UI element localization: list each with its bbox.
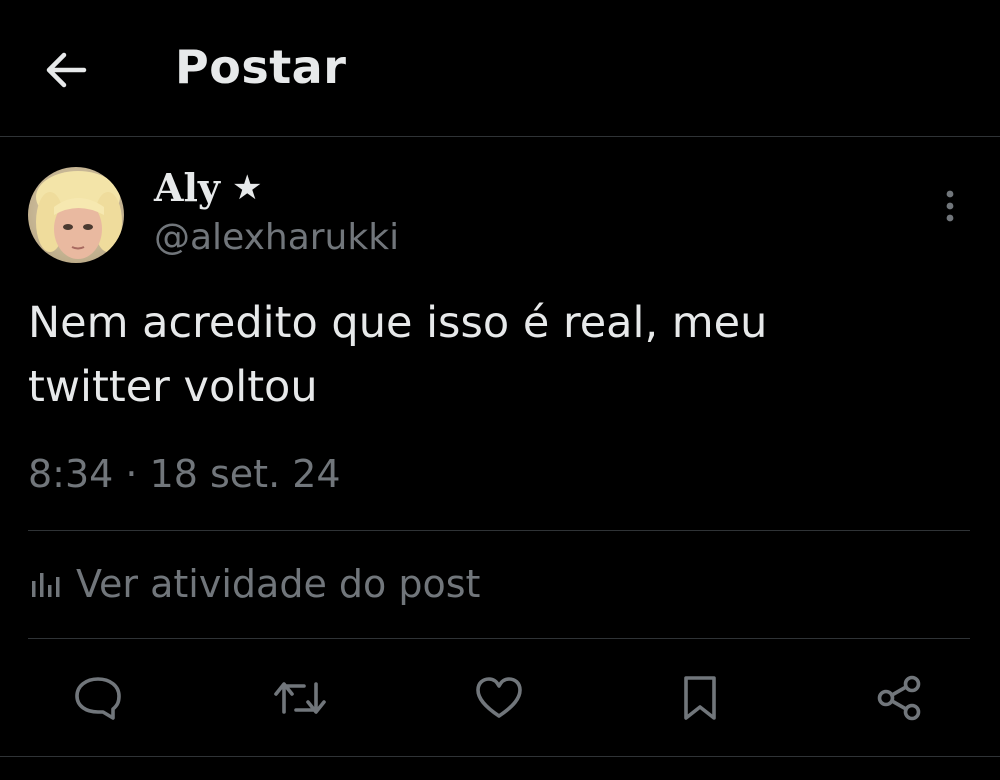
repost-icon (274, 682, 326, 714)
divider (28, 530, 970, 531)
heart-icon (476, 677, 522, 718)
analytics-icon (32, 573, 60, 597)
header-bar: Postar (0, 0, 1000, 137)
author-name: Aly (154, 165, 220, 210)
back-button[interactable] (36, 42, 96, 98)
post-text: Nem acredito que isso é real, meu twitte… (28, 298, 768, 412)
post-detail-screen: Postar Aly ★ @alexharukki Nem acredito q… (0, 0, 1000, 780)
more-vertical-icon (946, 190, 954, 222)
author-display-name[interactable]: Aly ★ (154, 165, 262, 210)
star-icon: ★ (232, 167, 263, 208)
arrow-left-icon (46, 52, 87, 88)
avatar[interactable] (28, 167, 124, 263)
more-options-button[interactable] (935, 186, 965, 226)
share-button[interactable] (869, 668, 929, 728)
post-timestamp: 8:34 · 18 set. 24 (28, 452, 341, 496)
divider (0, 756, 1000, 757)
post-activity-link[interactable]: Ver atividade do post (30, 562, 480, 606)
author-handle[interactable]: @alexharukki (154, 217, 399, 258)
comment-icon (75, 677, 121, 720)
activity-label: Ver atividade do post (76, 562, 481, 606)
repost-button[interactable] (270, 668, 330, 728)
bookmark-button[interactable] (670, 668, 730, 728)
reply-button[interactable] (68, 668, 128, 728)
bookmark-icon (684, 676, 716, 720)
page-title: Postar (175, 40, 347, 94)
user-avatar-image (28, 167, 124, 263)
like-button[interactable] (469, 668, 529, 728)
share-icon (877, 675, 921, 721)
divider (28, 638, 970, 639)
